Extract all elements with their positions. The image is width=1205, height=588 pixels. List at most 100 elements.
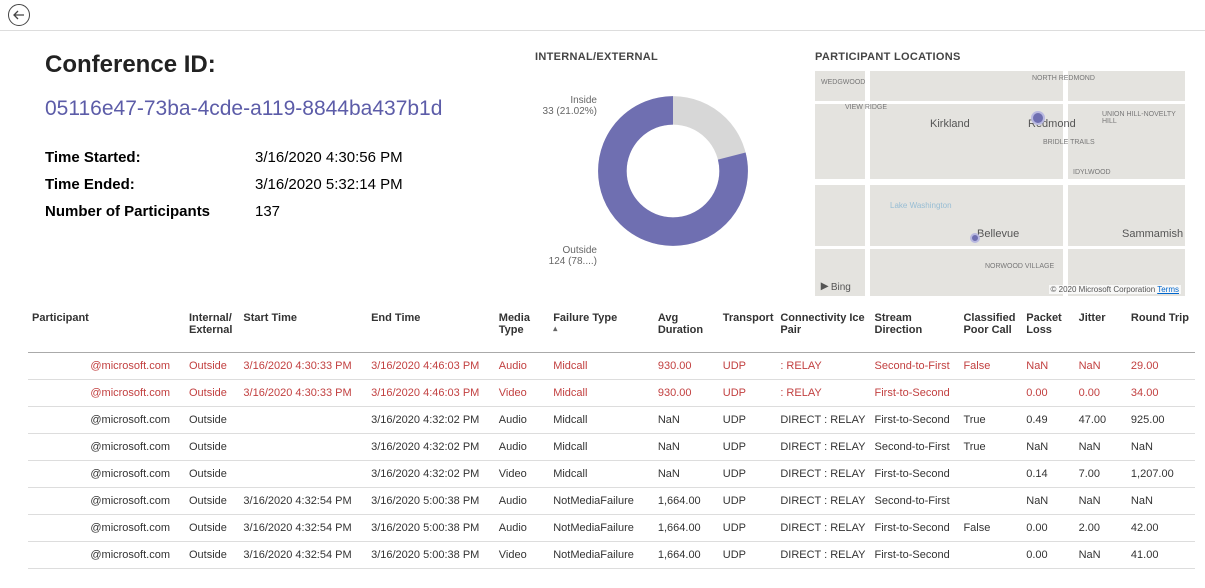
cell-ie: Outside [185,353,239,380]
cell-transport: UDP [719,488,777,515]
time-ended-value: 3/16/2020 5:32:14 PM [255,176,403,193]
cell-stream: First-to-Second [871,515,960,542]
cell-classified [959,461,1022,488]
map-area: UNION HILL-NOVELTY HILL [1102,111,1185,125]
table-row[interactable]: @microsoft.comOutside3/16/2020 4:30:33 P… [28,353,1195,380]
cell-avg: 930.00 [654,380,719,407]
table-body: @microsoft.comOutside3/16/2020 4:30:33 P… [28,353,1195,569]
table-row[interactable]: @microsoft.comOutside3/16/2020 4:32:54 P… [28,542,1195,569]
col-round-trip[interactable]: Round Trip [1127,306,1195,353]
cell-classified [959,542,1022,569]
cell-round: 34.00 [1127,380,1195,407]
cell-ie: Outside [185,380,239,407]
cell-classified [959,488,1022,515]
map-area: WEDGWOOD [821,79,865,86]
participants-row: Number of Participants 137 [45,203,505,220]
time-ended-row: Time Ended: 3/16/2020 5:32:14 PM [45,176,505,193]
col-jitter[interactable]: Jitter [1075,306,1127,353]
col-connectivity[interactable]: Connectivity Ice Pair [776,306,870,353]
cell-avg: NaN [654,407,719,434]
cell-transport: UDP [719,434,777,461]
cell-round: 42.00 [1127,515,1195,542]
col-transport[interactable]: Transport [719,306,777,353]
participants-table: Participant Internal/ External Start Tim… [28,306,1195,569]
table-header-row: Participant Internal/ External Start Tim… [28,306,1195,353]
table-row[interactable]: @microsoft.comOutside3/16/2020 4:32:02 P… [28,407,1195,434]
bing-label: Bing [831,282,851,293]
cell-media: Audio [495,407,549,434]
participants-label: Number of Participants [45,203,255,220]
cell-end: 3/16/2020 5:00:38 PM [367,542,495,569]
cell-media: Audio [495,515,549,542]
cell-failure: Midcall [549,380,654,407]
bing-icon: ▸ [821,277,828,293]
col-avg-duration[interactable]: Avg Duration [654,306,719,353]
donut-title: INTERNAL/EXTERNAL [535,51,785,63]
map-title: PARTICIPANT LOCATIONS [815,51,1185,63]
terms-link[interactable]: Terms [1157,285,1179,294]
col-packet-loss[interactable]: Packet Loss [1022,306,1074,353]
back-arrow-icon [13,9,25,21]
map-marker[interactable] [1031,111,1045,125]
cell-packet: 0.49 [1022,407,1074,434]
nav-bar [0,0,1205,31]
table-row[interactable]: @microsoft.comOutside3/16/2020 4:30:33 P… [28,380,1195,407]
col-stream-direction[interactable]: Stream Direction [871,306,960,353]
cell-end: 3/16/2020 4:32:02 PM [367,434,495,461]
cell-jitter: NaN [1075,434,1127,461]
time-ended-label: Time Ended: [45,176,255,193]
table-row[interactable]: @microsoft.comOutside3/16/2020 4:32:02 P… [28,461,1195,488]
col-failure-type[interactable]: Failure Type▴ [549,306,654,353]
cell-start [239,407,367,434]
sort-indicator-icon: ▴ [553,324,650,333]
cell-start [239,461,367,488]
cell-round: NaN [1127,434,1195,461]
back-button[interactable] [8,4,30,26]
table-row[interactable]: @microsoft.comOutside3/16/2020 4:32:02 P… [28,434,1195,461]
cell-round: 29.00 [1127,353,1195,380]
table-row[interactable]: @microsoft.comOutside3/16/2020 4:32:54 P… [28,515,1195,542]
cell-media: Audio [495,434,549,461]
map-highway [815,179,1185,185]
cell-start: 3/16/2020 4:32:54 PM [239,488,367,515]
map-area: NORTH REDMOND [1032,75,1095,82]
map-city: Kirkland [930,118,970,130]
donut-svg[interactable] [593,91,753,251]
col-end-time[interactable]: End Time [367,306,495,353]
cell-round: 41.00 [1127,542,1195,569]
cell-stream: First-to-Second [871,380,960,407]
participants-value: 137 [255,203,280,220]
cell-ie: Outside [185,407,239,434]
cell-start: 3/16/2020 4:32:54 PM [239,542,367,569]
cell-jitter: NaN [1075,542,1127,569]
col-classified[interactable]: Classified Poor Call [959,306,1022,353]
cell-conn: DIRECT : RELAY [776,542,870,569]
map-water: Lake Washington [890,201,952,210]
inside-value: 33 (21.02%) [543,106,597,117]
col-internal-external[interactable]: Internal/ External [185,306,239,353]
cell-packet: NaN [1022,434,1074,461]
cell-participant: @microsoft.com [28,488,185,515]
cell-stream: First-to-Second [871,407,960,434]
cell-classified [959,380,1022,407]
donut-chart-block: INTERNAL/EXTERNAL Inside 33 (21.02%) Out… [535,51,785,296]
cell-jitter: 7.00 [1075,461,1127,488]
map-marker[interactable] [970,233,980,243]
cell-end: 3/16/2020 4:32:02 PM [367,407,495,434]
th-text: Failure Type [553,312,617,324]
cell-participant: @microsoft.com [28,515,185,542]
summary-area: Conference ID: 05116e47-73ba-4cde-a119-8… [0,31,1205,306]
col-media-type[interactable]: Media Type [495,306,549,353]
col-start-time[interactable]: Start Time [239,306,367,353]
cell-conn: DIRECT : RELAY [776,407,870,434]
col-participant[interactable]: Participant [28,306,185,353]
participant-map[interactable]: Kirkland Redmond Bellevue Sammamish Lake… [815,71,1185,296]
cell-classified: True [959,407,1022,434]
cell-jitter: 47.00 [1075,407,1127,434]
cell-participant: @microsoft.com [28,434,185,461]
cell-failure: Midcall [549,461,654,488]
table-row[interactable]: @microsoft.comOutside3/16/2020 4:32:54 P… [28,488,1195,515]
cell-participant: @microsoft.com [28,461,185,488]
cell-avg: 1,664.00 [654,515,719,542]
cell-transport: UDP [719,515,777,542]
